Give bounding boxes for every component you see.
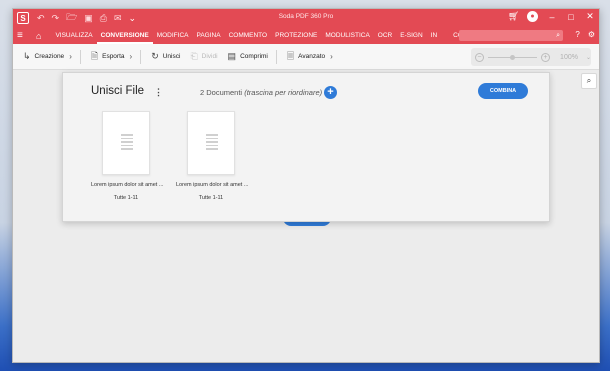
zoom-slider[interactable] xyxy=(487,54,538,60)
menu-bar-icons: ? ⚙ xyxy=(575,30,595,39)
reorder-hint: (trascina per riordinare) xyxy=(244,88,323,97)
merge-icon: ↻ xyxy=(151,51,159,61)
app-window: S ↶ ↷ 🗁 ▣ ⎙ ✉ ⌄ Soda PDF 360 Pro 🛒︎ ● – … xyxy=(12,8,600,363)
menu-tab-commento[interactable]: COMMENTO xyxy=(225,27,272,44)
account-icon[interactable]: ● xyxy=(527,11,538,22)
toolbar-divider xyxy=(140,49,142,64)
compress-icon: ▤ xyxy=(227,51,237,61)
menu-tab-protezione[interactable]: PROTEZIONE xyxy=(271,27,321,44)
comprimi-button[interactable]: ▤ Comprimi xyxy=(228,51,268,62)
document-name: Lorem ipsum dolor sit amet ... xyxy=(176,182,249,188)
esporta-button[interactable]: 🗎︎ Esporta › xyxy=(91,49,132,65)
menu-tab-modifica[interactable]: MODIFICA xyxy=(153,27,193,44)
chevron-down-icon[interactable]: ⌄ xyxy=(129,13,137,24)
maximize-button[interactable]: □ xyxy=(566,12,576,22)
zoom-in-icon[interactable]: + xyxy=(541,52,551,62)
unisci-label: Unisci xyxy=(162,53,181,60)
chevron-right-icon: › xyxy=(330,52,333,61)
print-icon[interactable]: ⎙ xyxy=(100,13,107,24)
more-options-icon[interactable]: ⋮ xyxy=(154,87,163,98)
document-pages[interactable]: Tutte 1-11 xyxy=(176,195,246,201)
chevron-right-icon: › xyxy=(69,52,72,61)
creazione-label: Creazione xyxy=(34,53,65,60)
search-icon: ⌕ xyxy=(556,32,560,39)
open-folder-icon[interactable]: 🗁 xyxy=(66,10,77,26)
close-button[interactable]: ✕ xyxy=(585,11,595,22)
email-icon[interactable]: ✉ xyxy=(114,13,122,24)
avanzato-button[interactable]: 🗏︎ Avanzato › xyxy=(287,49,333,65)
merge-files-panel: Unisci File ⋮ 2 Documenti (trascina per … xyxy=(62,72,550,222)
search-icon: ⌕ xyxy=(586,76,592,85)
comprimi-label: Comprimi xyxy=(240,53,268,60)
menu-tab-visualizza[interactable]: VISUALIZZA xyxy=(51,27,96,44)
undo-icon[interactable]: ↶ xyxy=(37,13,45,24)
document-card[interactable]: Lorem ipsum dolor sit amet ... Tutte 1-1… xyxy=(176,111,249,201)
menu-tab-conversione[interactable]: CONVERSIONE xyxy=(96,27,153,44)
combine-button[interactable]: COMBINA xyxy=(478,83,528,99)
toolbar-divider xyxy=(79,49,81,64)
quick-access-toolbar: ↶ ↷ 🗁 ▣ ⎙ ✉ ⌄ xyxy=(37,10,136,26)
menu-tab-in[interactable]: IN xyxy=(427,27,442,44)
ribbon-toolbar: ↳ Creazione › 🗎︎ Esporta › ↻ Unisci ⎗ Di… xyxy=(13,44,599,70)
zoom-out-icon[interactable]: − xyxy=(475,52,484,62)
document-name: Lorem ipsum dolor sit amet ... xyxy=(91,182,164,188)
add-file-button[interactable]: + xyxy=(324,86,337,99)
zoom-control: − + 100% ⌄ xyxy=(471,48,591,66)
creazione-button[interactable]: ↳ Creazione › xyxy=(23,51,72,62)
side-search-button[interactable]: ⌕ xyxy=(581,73,597,89)
save-icon[interactable]: ▣ xyxy=(84,13,93,24)
home-icon[interactable]: ⌂ xyxy=(36,31,41,41)
document-icon xyxy=(206,134,218,152)
app-logo[interactable]: S xyxy=(17,12,29,24)
dividi-label: Dividi xyxy=(201,53,218,60)
document-pages[interactable]: Tutte 1-11 xyxy=(91,195,161,201)
toolbar-divider xyxy=(275,49,277,64)
document-thumbnail[interactable] xyxy=(102,111,150,175)
split-icon: ⎗ xyxy=(190,51,198,61)
menu-tab-esign[interactable]: E-SIGN xyxy=(396,27,426,44)
menu-tab-pagina[interactable]: PAGINA xyxy=(192,27,224,44)
create-icon: ↳ xyxy=(23,51,31,61)
dividi-button[interactable]: ⎗ Dividi xyxy=(190,51,217,62)
menu-bar: ≡ ⌂ VISUALIZZA CONVERSIONE MODIFICA PAGI… xyxy=(13,27,599,44)
help-icon[interactable]: ? xyxy=(575,30,579,39)
document-thumbnail[interactable] xyxy=(187,111,235,175)
document-icon xyxy=(121,134,133,152)
menu-tab-ocr[interactable]: OCR xyxy=(374,27,396,44)
document-count-text: 2 Documenti xyxy=(200,88,243,97)
gear-icon[interactable]: ⚙ xyxy=(588,30,595,39)
avanzato-label: Avanzato xyxy=(298,53,326,60)
export-icon: 🗎︎ xyxy=(90,50,99,61)
window-controls: 🛒︎ ● – □ ✕ xyxy=(508,11,595,22)
menu-tab-modulistica[interactable]: MODULISTICA xyxy=(321,27,373,44)
hamburger-menu-icon[interactable]: ≡ xyxy=(17,30,26,41)
advanced-icon: 🗏︎ xyxy=(286,50,295,61)
document-count: 2 Documenti (trascina per riordinare) xyxy=(200,88,322,97)
cart-icon[interactable]: 🛒︎ xyxy=(508,11,519,22)
minimize-button[interactable]: – xyxy=(547,12,557,22)
chevron-right-icon: › xyxy=(129,52,133,61)
document-card[interactable]: Lorem ipsum dolor sit amet ... Tutte 1-1… xyxy=(91,111,164,201)
redo-icon[interactable]: ↷ xyxy=(52,13,60,24)
chevron-down-icon[interactable]: ⌄ xyxy=(586,54,591,61)
unisci-button[interactable]: ↻ Unisci xyxy=(151,51,180,62)
zoom-slider-knob[interactable] xyxy=(509,54,515,60)
zoom-value[interactable]: 100% xyxy=(560,54,578,61)
esporta-label: Esporta xyxy=(102,53,125,60)
menu-tabs: VISUALIZZA CONVERSIONE MODIFICA PAGINA C… xyxy=(51,27,481,44)
title-bar: S ↶ ↷ 🗁 ▣ ⎙ ✉ ⌄ Soda PDF 360 Pro 🛒︎ ● – … xyxy=(13,9,599,27)
search-input[interactable]: ⌕ xyxy=(459,30,563,41)
panel-title: Unisci File xyxy=(91,85,145,97)
